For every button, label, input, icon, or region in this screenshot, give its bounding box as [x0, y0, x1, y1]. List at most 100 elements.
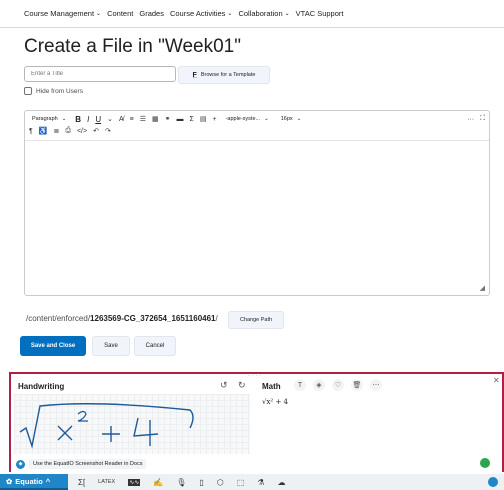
chevron-down-icon: ⌄ [227, 11, 233, 17]
hint-text: Use the EquatIO Screenshot Reader in Doc… [29, 459, 147, 469]
equatio-toolbar: ✿ Equatio ^ Σ[ LATEX ∿∿ ✍ 🎙 ▯ ⬡ ⬚ ⚗ ☁ [0, 474, 504, 490]
nav-label: Course Management [24, 9, 95, 18]
nav-label: Collaboration [238, 9, 283, 18]
save-button[interactable]: Save [92, 336, 130, 356]
path-suffix: / [215, 314, 218, 323]
equatio-brand-label: Equatio [15, 476, 43, 486]
resize-handle-icon[interactable]: ◢ [480, 284, 485, 292]
chevron-down-icon: ⌄ [296, 116, 302, 122]
chevron-down-icon: ⌄ [96, 11, 102, 17]
font-select-value: -apple-syste... [225, 116, 261, 122]
chevron-up-icon: ^ [45, 476, 51, 486]
path-folder: 1263569-CG_372654_1651160461 [90, 314, 216, 323]
microphone-icon[interactable]: 🎙 [176, 478, 186, 487]
paragraph-icon[interactable]: ¶ [29, 128, 33, 135]
nav-label: Content [107, 9, 134, 18]
fill-icon[interactable]: ◈ [313, 379, 325, 391]
nav-collaboration[interactable]: Collaboration ⌄ [238, 9, 289, 18]
hide-from-users-label: Hide from Users [36, 87, 83, 95]
insert-stuff-icon[interactable]: ▦ [152, 115, 159, 123]
nav-label: Course Activities [169, 9, 226, 18]
status-icon[interactable] [480, 458, 490, 468]
accessibility-icon[interactable]: ♿ [39, 127, 48, 135]
math-title: Math [262, 382, 281, 391]
equatio-logo-icon: ✿ [6, 476, 13, 486]
insert-icon[interactable]: + [212, 116, 216, 123]
equatio-menu-button[interactable]: ✿ Equatio ^ [0, 474, 68, 490]
favorite-icon[interactable]: ♡ [332, 379, 344, 391]
latex-icon[interactable]: LATEX [98, 479, 115, 485]
nav-vtac-support[interactable]: VTAC Support [296, 9, 344, 18]
equation-icon[interactable]: Σ [190, 116, 194, 123]
more-options-icon[interactable]: ··· [467, 116, 474, 123]
path-prefix: /content/enforced/ [26, 314, 91, 323]
chevron-down-icon[interactable]: ⌄ [107, 115, 113, 123]
screenshot-reader-icon[interactable]: ⬚ [237, 478, 245, 487]
chemistry-icon[interactable]: ⚗ [257, 478, 264, 487]
source-code-icon[interactable]: </> [77, 128, 87, 135]
nav-course-activities[interactable]: Course Activities ⌄ [170, 9, 232, 18]
undo-icon[interactable]: ↺ [220, 380, 228, 391]
list-icon[interactable]: ☰ [140, 115, 146, 123]
italic-button[interactable]: I [87, 115, 89, 124]
text-style-icon[interactable]: A̸ [119, 116, 124, 123]
hide-from-users-row[interactable]: Hide from Users [24, 87, 83, 95]
preview-icon[interactable]: ⎙ [65, 127, 71, 135]
nav-course-management[interactable]: Course Management ⌄ [24, 9, 101, 18]
redo-icon[interactable]: ↷ [105, 127, 111, 135]
html-editor[interactable]: Paragraph ⌄ B I U ⌄ A̸ ≡ ☰ ▦ ⚭ ▬ Σ ▤ + -a… [24, 110, 490, 296]
undo-icon[interactable]: ↶ [93, 127, 99, 135]
browse-template-label: Browse for a Template [200, 72, 256, 78]
nav-label: Grades [139, 9, 164, 18]
top-navigation: Course Management ⌄ Content Grades Course… [0, 0, 504, 28]
template-icon: F̲ [192, 71, 197, 79]
math-tools: T ◈ ♡ 🗑 ⋯ [294, 379, 382, 391]
handwriting-title: Handwriting [18, 382, 65, 391]
browse-template-button[interactable]: F̲ Browse for a Template [178, 66, 270, 84]
hide-from-users-checkbox[interactable] [24, 87, 32, 95]
handwriting-canvas[interactable] [14, 394, 250, 454]
size-select-value: 16px [280, 116, 293, 122]
equation-editor-icon[interactable]: Σ[ [78, 478, 85, 487]
close-icon[interactable]: ✕ [493, 376, 500, 385]
screenshot-reader-hint[interactable]: ◆ Use the EquatIO Screenshot Reader in D… [16, 459, 147, 469]
page-title: Create a File in "Week01" [24, 36, 241, 57]
format-select[interactable]: Paragraph ⌄ [29, 115, 69, 123]
editor-toolbar: Paragraph ⌄ B I U ⌄ A̸ ≡ ☰ ▦ ⚭ ▬ Σ ▤ + -a… [25, 111, 489, 141]
mobile-icon[interactable]: ▯ [199, 478, 203, 487]
equatio-logo-icon: ◆ [16, 459, 25, 469]
text-format-icon[interactable]: T [294, 379, 306, 391]
content-path: /content/enforced/1263569-CG_372654_1651… [26, 314, 218, 323]
help-icon[interactable] [488, 477, 498, 487]
handwriting-strokes [19, 403, 194, 449]
media-icon[interactable]: ▬ [177, 116, 184, 123]
size-select[interactable]: 16px ⌄ [278, 115, 305, 123]
save-and-close-button[interactable]: Save and Close [20, 336, 86, 356]
change-path-button[interactable]: Change Path [228, 311, 284, 329]
title-input[interactable] [24, 66, 176, 82]
font-select[interactable]: -apple-syste... ⌄ [223, 115, 272, 123]
redo-icon[interactable]: ↻ [238, 380, 246, 391]
chevron-down-icon: ⌄ [284, 11, 290, 17]
fullscreen-icon[interactable]: ⛶ [480, 115, 485, 123]
graph-icon[interactable]: ✍ [153, 478, 163, 487]
align-icon[interactable]: ≡ [130, 116, 134, 123]
word-count-icon[interactable]: ≣ [53, 127, 59, 135]
cancel-button[interactable]: Cancel [134, 336, 176, 356]
nav-label: VTAC Support [295, 9, 344, 18]
table-icon[interactable]: ▤ [200, 115, 207, 123]
math-expression[interactable]: √x² + 4 [262, 398, 288, 406]
format-select-value: Paragraph [32, 116, 58, 122]
speech-input-icon[interactable]: ☁ [278, 478, 286, 487]
underline-button[interactable]: U [95, 115, 101, 124]
nav-content[interactable]: Content [107, 9, 133, 18]
handwriting-icon[interactable]: ∿∿ [128, 478, 141, 486]
chevron-down-icon: ⌄ [61, 116, 67, 122]
link-icon[interactable]: ⚭ [165, 115, 171, 123]
nav-grades[interactable]: Grades [139, 9, 164, 18]
delete-icon[interactable]: 🗑 [351, 379, 363, 391]
bold-button[interactable]: B [75, 115, 81, 124]
more-icon[interactable]: ⋯ [370, 379, 382, 391]
drag-handle-icon[interactable]: · · · · [248, 373, 261, 379]
3d-icon[interactable]: ⬡ [217, 478, 224, 487]
